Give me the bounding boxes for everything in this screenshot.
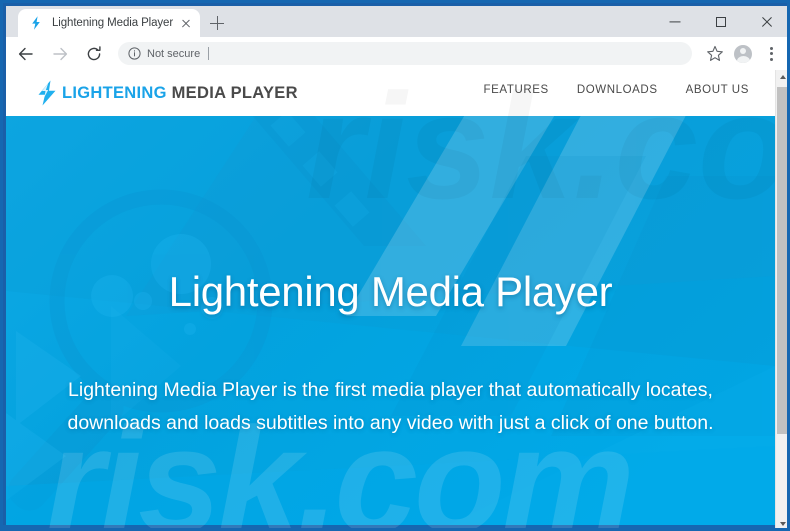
- new-tab-button[interactable]: [206, 12, 228, 34]
- minimize-icon[interactable]: [652, 6, 698, 37]
- tab-title: Lightening Media Player: [52, 17, 174, 29]
- url-text-caret: [208, 47, 210, 60]
- tab-close-icon[interactable]: [178, 15, 194, 31]
- scroll-up-arrow-icon[interactable]: [776, 70, 787, 85]
- hero-section: risk.com Lightening Media Player Lighten…: [6, 116, 775, 528]
- maximize-icon[interactable]: [698, 6, 744, 37]
- browser-toolbar: Not secure: [6, 37, 787, 71]
- page-viewport: LIGHTENING MEDIA PLAYER FEATURES DOWNLOA…: [6, 70, 787, 528]
- bookmark-star-icon[interactable]: [702, 41, 728, 67]
- nav-item-about-us[interactable]: ABOUT US: [686, 84, 749, 96]
- logo-text-secondary: MEDIA PLAYER: [166, 83, 298, 102]
- site-header: LIGHTENING MEDIA PLAYER FEATURES DOWNLOA…: [6, 70, 775, 116]
- site-logo-text: LIGHTENING MEDIA PLAYER: [62, 84, 298, 103]
- address-bar[interactable]: Not secure: [118, 42, 692, 65]
- logo-text-primary: LIGHTENING: [62, 83, 167, 102]
- tab-strip: Lightening Media Player: [6, 6, 787, 37]
- hero-title: Lightening Media Player: [168, 268, 613, 315]
- page-scrollbar[interactable]: [775, 70, 787, 528]
- toolbar-actions: [700, 41, 787, 67]
- browser-menu-icon[interactable]: [758, 41, 784, 67]
- nav-item-downloads[interactable]: DOWNLOADS: [577, 84, 658, 96]
- web-page: LIGHTENING MEDIA PLAYER FEATURES DOWNLOA…: [6, 70, 775, 528]
- window-controls: [652, 6, 787, 37]
- security-status-label: Not secure: [147, 47, 201, 60]
- reload-button[interactable]: [80, 40, 108, 68]
- site-logo[interactable]: LIGHTENING MEDIA PLAYER: [34, 78, 298, 108]
- scrollbar-thumb[interactable]: [777, 87, 787, 434]
- browser-window: Lightening Media Player Not secure LIGHT…: [0, 0, 790, 531]
- lightning-bolt-icon: [34, 79, 60, 107]
- hero-subtitle: Lightening Media Player is the first med…: [67, 378, 714, 434]
- info-circle-icon: [128, 47, 141, 60]
- window-close-icon[interactable]: [744, 6, 787, 37]
- site-nav: FEATURES DOWNLOADS ABOUT US: [484, 84, 749, 96]
- scroll-down-arrow-icon[interactable]: [776, 516, 787, 528]
- back-button[interactable]: [12, 40, 40, 68]
- hero-content: Lightening Media Player Lightening Media…: [6, 116, 775, 528]
- forward-button[interactable]: [46, 40, 74, 68]
- tab-favicon-lightning-bolt-icon: [28, 15, 44, 31]
- nav-item-features[interactable]: FEATURES: [484, 84, 549, 96]
- browser-tab[interactable]: Lightening Media Player: [18, 9, 200, 37]
- profile-avatar-icon[interactable]: [730, 41, 756, 67]
